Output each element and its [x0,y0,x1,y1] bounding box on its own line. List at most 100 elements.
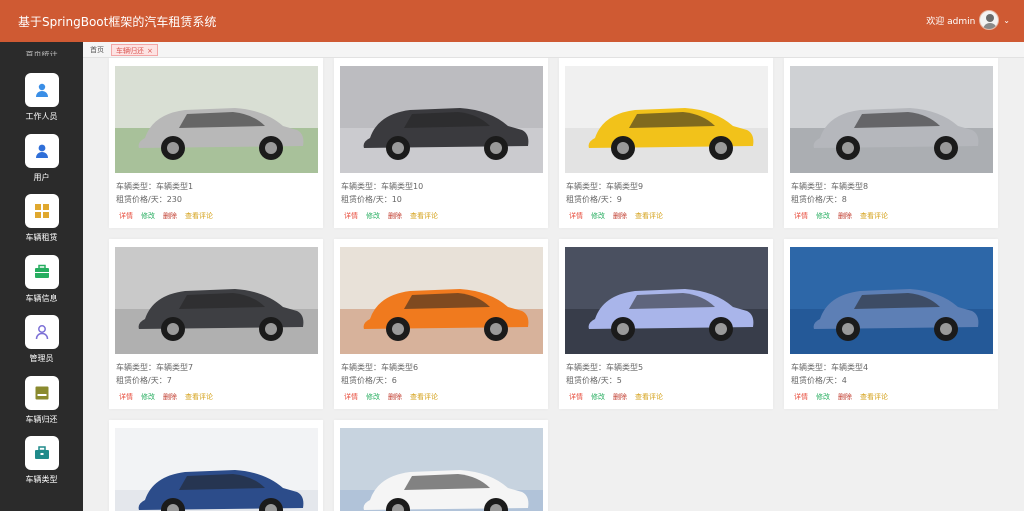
detail-button[interactable]: 详情 [119,393,133,401]
sidebar-item-vehicle-type[interactable]: 车辆类型 [0,436,83,485]
sidebar-item-label: 管理员 [29,354,54,363]
edit-button[interactable]: 修改 [591,212,605,220]
car-info: 车辆类型：车辆类型5 租赁价格/天：5 [566,363,644,385]
delete-button[interactable]: 删除 [163,212,177,220]
avatar[interactable] [979,10,1000,30]
car-price: 10 [391,195,402,204]
car-type: 车辆类型1 [156,182,194,191]
sidebar-item-staff[interactable]: 工作人员 [0,73,83,122]
delete-button[interactable]: 删除 [613,212,627,220]
car-image[interactable] [565,247,768,354]
sidebar-item-vehicle-info[interactable]: 车辆信息 [0,255,83,304]
car-type: 车辆类型8 [831,182,869,191]
view-reviews-button[interactable]: 查看评论 [635,212,663,220]
view-reviews-button[interactable]: 查看评论 [185,393,213,401]
sidebar-item-label: 工作人员 [25,112,58,121]
delete-button[interactable]: 删除 [613,393,627,401]
tab-home[interactable]: 首页 [86,44,108,56]
tab-bar: 首页 车辆归还 × [83,42,1024,58]
car-image[interactable] [565,66,768,173]
detail-button[interactable]: 详情 [794,212,808,220]
car-card [109,420,323,511]
car-image[interactable] [340,66,543,173]
sidebar-item-label: 车辆归还 [25,415,58,424]
car-card: 车辆类型：车辆类型9 租赁价格/天：9 详情 修改 删除 查看评论 [559,58,773,228]
sidebar-item-user[interactable]: 用户 [0,134,83,183]
car-price: 230 [166,195,182,204]
edit-button[interactable]: 修改 [366,393,380,401]
view-reviews-button[interactable]: 查看评论 [185,212,213,220]
edit-button[interactable]: 修改 [366,212,380,220]
close-icon[interactable]: × [147,47,153,55]
detail-button[interactable]: 详情 [794,393,808,401]
sidebar-item-label: 车辆类型 [25,475,58,484]
delete-button[interactable]: 删除 [838,393,852,401]
sidebar: 首页统计 工作人员 用户 车辆租赁 车辆信息 管理员 车辆归还 车辆类型 [0,42,83,511]
detail-button[interactable]: 详情 [569,212,583,220]
car-info: 车辆类型：车辆类型7 租赁价格/天：7 [116,363,194,385]
car-price: 4 [841,376,847,385]
card-actions: 详情 修改 删除 查看评论 [119,211,221,221]
view-reviews-button[interactable]: 查看评论 [410,212,438,220]
view-reviews-button[interactable]: 查看评论 [635,393,663,401]
car-type: 车辆类型10 [381,182,424,191]
user-icon [24,134,59,168]
car-price: 9 [616,195,622,204]
card-actions: 详情 修改 删除 查看评论 [344,392,446,402]
toolbox-icon [24,436,59,470]
car-price: 8 [841,195,847,204]
car-info: 车辆类型：车辆类型10 租赁价格/天：10 [341,182,424,204]
car-image[interactable] [340,247,543,354]
car-image[interactable] [790,247,993,354]
sidebar-item-label: 车辆租赁 [25,233,58,242]
view-reviews-button[interactable]: 查看评论 [860,393,888,401]
detail-button[interactable]: 详情 [344,212,358,220]
car-info: 车辆类型：车辆类型9 租赁价格/天：9 [566,182,644,204]
delete-button[interactable]: 删除 [388,212,402,220]
grid-icon [24,194,59,228]
detail-button[interactable]: 详情 [569,393,583,401]
edit-button[interactable]: 修改 [591,393,605,401]
card-actions: 详情 修改 删除 查看评论 [794,392,896,402]
car-card: 车辆类型：车辆类型5 租赁价格/天：5 详情 修改 删除 查看评论 [559,239,773,409]
detail-button[interactable]: 详情 [119,212,133,220]
sidebar-item-return[interactable]: 车辆归还 [0,376,83,425]
car-image[interactable] [115,247,318,354]
edit-button[interactable]: 修改 [816,212,830,220]
view-reviews-button[interactable]: 查看评论 [860,212,888,220]
card-actions: 详情 修改 删除 查看评论 [569,211,671,221]
edit-button[interactable]: 修改 [141,393,155,401]
top-header: 基于SpringBoot框架的汽车租赁系统 欢迎 admin ⌄ [0,0,1024,42]
delete-button[interactable]: 删除 [163,393,177,401]
car-image[interactable] [115,428,318,511]
edit-button[interactable]: 修改 [816,393,830,401]
car-info: 车辆类型：车辆类型8 租赁价格/天：8 [791,182,869,204]
car-type: 车辆类型6 [381,363,419,372]
app-title: 基于SpringBoot框架的汽车租赁系统 [18,15,217,29]
car-image[interactable] [115,66,318,173]
edit-button[interactable]: 修改 [141,212,155,220]
chevron-down-icon[interactable]: ⌄ [1003,16,1010,25]
welcome-text: 欢迎 admin [926,16,976,27]
car-card: 车辆类型：车辆类型1 租赁价格/天：230 详情 修改 删除 查看评论 [109,58,323,228]
car-info: 车辆类型：车辆类型1 租赁价格/天：230 [116,182,194,204]
view-reviews-button[interactable]: 查看评论 [410,393,438,401]
car-image[interactable] [340,428,543,511]
sidebar-item-admin[interactable]: 管理员 [0,315,83,364]
user-menu[interactable]: 欢迎 admin ⌄ [926,10,1010,30]
car-type: 车辆类型9 [606,182,644,191]
tab-label: 车辆归还 [116,47,144,55]
car-card: 车辆类型：车辆类型4 租赁价格/天：4 详情 修改 删除 查看评论 [784,239,998,409]
admin-icon [24,315,59,349]
sidebar-item-label: 用户 [33,173,50,182]
detail-button[interactable]: 详情 [344,393,358,401]
car-image[interactable] [790,66,993,173]
sidebar-item-label[interactable]: 首页统计 [0,51,83,56]
delete-button[interactable]: 删除 [388,393,402,401]
delete-button[interactable]: 删除 [838,212,852,220]
car-type: 车辆类型5 [606,363,644,372]
card-actions: 详情 修改 删除 查看评论 [569,392,671,402]
car-card: 车辆类型：车辆类型10 租赁价格/天：10 详情 修改 删除 查看评论 [334,58,548,228]
tab-vehicle-return[interactable]: 车辆归还 × [111,44,158,56]
sidebar-item-rental[interactable]: 车辆租赁 [0,194,83,243]
